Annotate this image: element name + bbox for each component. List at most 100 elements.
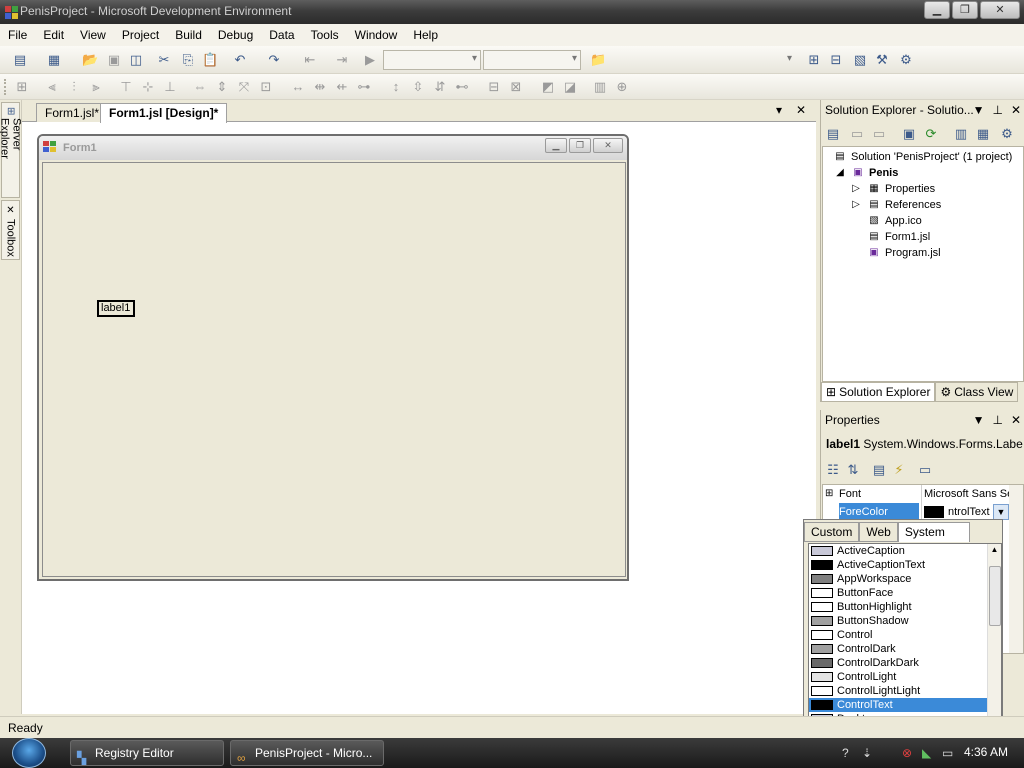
tab-order-icon[interactable]: ▥ <box>592 79 608 95</box>
properties-object-selector[interactable]: label1 System.Windows.Forms.Labe ▾ <box>822 434 1024 454</box>
minimize-button[interactable]: ▁ <box>924 1 950 19</box>
tab-form1-design[interactable]: Form1.jsl [Design]* <box>100 103 228 123</box>
view-designer-icon[interactable]: ▭ <box>849 126 865 142</box>
menu-edit[interactable]: Edit <box>35 24 72 46</box>
tab-system[interactable]: System <box>897 522 970 542</box>
menu-help[interactable]: Help <box>405 24 446 46</box>
alphabetical-icon[interactable]: ⇅ <box>845 462 861 478</box>
tree-app-ico[interactable]: ▧ App.ico <box>867 213 921 229</box>
cut-icon[interactable]: ✂ <box>156 52 172 68</box>
color-item[interactable]: ButtonShadow <box>809 614 1001 628</box>
menu-build[interactable]: Build <box>167 24 210 46</box>
find-combo[interactable] <box>610 50 796 70</box>
vertical-spacing-icon[interactable]: ↕ <box>388 79 404 95</box>
task-registry-editor[interactable]: ▚ Registry Editor <box>70 740 224 766</box>
panel-close-icon[interactable]: ✕ <box>1011 410 1021 430</box>
tab-list-icon[interactable]: ▾ <box>776 103 782 117</box>
properties-view-icon[interactable]: ▤ <box>871 462 887 478</box>
panel-dropdown-icon[interactable]: ▼ <box>973 410 985 430</box>
property-value[interactable]: Microsoft Sans Se <box>921 485 1011 503</box>
size-to-grid-icon[interactable]: ⊡ <box>258 79 274 95</box>
events-icon[interactable]: ⚡ <box>891 462 907 478</box>
tab-class-view[interactable]: ⚙ Class View <box>935 382 1019 402</box>
tree-program[interactable]: ▣ Program.jsl <box>867 245 940 261</box>
align-center-icon[interactable]: ⫶ <box>66 79 82 95</box>
expand-plus-icon[interactable]: ⊞ <box>825 485 833 503</box>
designer-form[interactable]: Form1 ▁ ❐ ✕ label1 <box>37 134 629 581</box>
close-button[interactable]: ✕ <box>980 1 1020 19</box>
refresh-icon[interactable]: ⟳ <box>923 126 939 142</box>
copy-icon[interactable]: ⎘ <box>180 52 196 68</box>
open-icon[interactable]: 📂 <box>82 52 98 68</box>
tree-references[interactable]: ▷ ▤ References <box>849 197 941 213</box>
increase-v-spacing-icon[interactable]: ⇳ <box>410 79 426 95</box>
tab-solution-explorer[interactable]: ⊞ Solution Explorer <box>821 382 936 402</box>
pin-icon[interactable]: ⊥ <box>992 100 1002 120</box>
remove-h-spacing-icon[interactable]: ⊶ <box>356 79 372 95</box>
copy-project-icon[interactable]: ▦ <box>975 126 991 142</box>
solution-explorer-icon[interactable]: ⊞ <box>806 52 822 68</box>
save-icon[interactable]: ▣ <box>106 52 122 68</box>
object-browser-icon[interactable]: ▧ <box>852 52 868 68</box>
action-center-icon[interactable]: ▭ <box>942 746 953 760</box>
tab-web[interactable]: Web <box>859 522 898 542</box>
menu-debug[interactable]: Debug <box>210 24 261 46</box>
center-horizontally-icon[interactable]: ⊟ <box>486 79 502 95</box>
panel-close-icon[interactable]: ✕ <box>1011 100 1021 120</box>
scroll-thumb[interactable] <box>989 566 1001 626</box>
server-explorer-tab[interactable]: ⊞ Server Explorer <box>0 102 23 198</box>
toolbox-icon[interactable]: ⚒ <box>874 52 890 68</box>
property-row-font[interactable]: ⊞ Font Microsoft Sans Se <box>823 485 1011 503</box>
scroll-up-icon[interactable]: ▲ <box>988 544 1001 556</box>
menu-file[interactable]: File <box>0 24 35 46</box>
class-view-icon[interactable]: ⚙ <box>898 52 914 68</box>
properties-window-icon[interactable]: ⊟ <box>828 52 844 68</box>
volume-icon[interactable]: ◣ <box>922 746 931 760</box>
form-client-area[interactable]: label1 <box>42 162 626 577</box>
align-bottom-icon[interactable]: ⊥ <box>162 79 178 95</box>
expand-icon[interactable]: ◢ <box>833 167 847 179</box>
pin-icon[interactable]: ⊥ <box>992 410 1002 430</box>
show-all-files-icon[interactable]: ▥ <box>953 126 969 142</box>
color-item[interactable]: ActiveCaption <box>809 544 1001 558</box>
start-icon[interactable]: ▶ <box>362 52 378 68</box>
color-item[interactable]: ControlLight <box>809 670 1001 684</box>
property-pages-icon[interactable]: ▭ <box>917 462 933 478</box>
property-grid-scrollbar[interactable] <box>1009 485 1023 653</box>
label1-control[interactable]: label1 <box>97 300 135 317</box>
network-icon[interactable]: ⇣ <box>862 746 872 760</box>
properties-icon[interactable]: ▣ <box>901 126 917 142</box>
collapse-icon[interactable]: ▷ <box>849 199 863 211</box>
help-icon[interactable]: ? <box>842 746 849 760</box>
align-top-icon[interactable]: ⊤ <box>118 79 134 95</box>
categorized-icon[interactable]: ☷ <box>825 462 841 478</box>
align-grid-icon[interactable]: ⊞ <box>14 79 30 95</box>
color-item[interactable]: ControlDarkDark <box>809 656 1001 670</box>
class-diagram-icon[interactable]: ⚙ <box>999 126 1015 142</box>
close-document-icon[interactable]: ✕ <box>796 103 806 117</box>
remove-v-spacing-icon[interactable]: ⊷ <box>454 79 470 95</box>
color-item[interactable]: ControlText <box>809 698 1001 712</box>
new-project-icon[interactable]: ▤ <box>12 52 28 68</box>
menu-tools[interactable]: Tools <box>303 24 347 46</box>
redo-icon[interactable]: ↷ <box>266 52 282 68</box>
toolbox-tab[interactable]: ✕ Toolbox <box>1 200 20 260</box>
align-right-icon[interactable]: ⫸ <box>88 79 104 95</box>
platform-combo[interactable] <box>483 50 581 70</box>
color-item[interactable]: ControlLightLight <box>809 684 1001 698</box>
decrease-v-spacing-icon[interactable]: ⇵ <box>432 79 448 95</box>
lock-controls-icon[interactable]: ⊕ <box>614 79 630 95</box>
navigate-forward-icon[interactable]: ⇥ <box>334 52 350 68</box>
increase-h-spacing-icon[interactable]: ⇹ <box>312 79 328 95</box>
refresh-disabled-icon[interactable]: ▭ <box>871 126 887 142</box>
save-all-icon[interactable]: ◫ <box>128 52 144 68</box>
color-list-scrollbar[interactable]: ▲ ▼ <box>987 544 1001 734</box>
color-item[interactable]: ControlDark <box>809 642 1001 656</box>
dropdown-arrow-icon[interactable]: ▼ <box>993 504 1009 520</box>
toolbar-grip[interactable] <box>4 79 10 95</box>
tab-custom[interactable]: Custom <box>804 522 860 542</box>
menu-view[interactable]: View <box>72 24 114 46</box>
send-to-back-icon[interactable]: ◪ <box>562 79 578 95</box>
menu-data[interactable]: Data <box>261 24 302 46</box>
center-vertically-icon[interactable]: ⊠ <box>508 79 524 95</box>
